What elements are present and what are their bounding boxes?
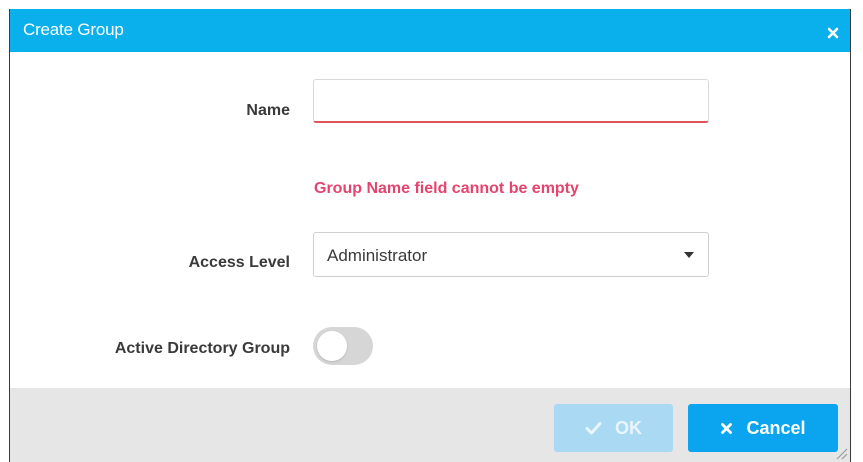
name-label: Name [246,102,290,119]
active-directory-toggle[interactable] [313,327,373,365]
access-level-label: Access Level [188,254,290,271]
dialog-footer: OK Cancel [10,388,850,462]
name-error-message: Group Name field cannot be empty [314,180,579,197]
active-directory-label: Active Directory Group [114,340,290,357]
resize-grip-icon[interactable] [834,446,848,460]
ok-button[interactable]: OK [554,404,673,452]
check-icon [585,421,602,435]
toggle-knob [317,331,347,361]
access-level-value: Administrator [327,246,428,265]
chevron-down-icon [684,252,694,258]
close-icon [720,422,733,435]
cancel-button[interactable]: Cancel [688,404,838,452]
create-group-dialog: Create Group Name Group Name field canno… [9,9,851,462]
cancel-label: Cancel [746,417,806,438]
dialog-header: Create Group [10,9,850,52]
close-icon[interactable] [826,26,840,40]
ok-label: OK [615,417,642,438]
dialog-title: Create Group [23,20,124,39]
name-input[interactable] [313,79,709,123]
access-level-select[interactable]: Administrator [313,232,709,277]
dialog-body: Name Group Name field cannot be empty Ac… [10,52,850,388]
